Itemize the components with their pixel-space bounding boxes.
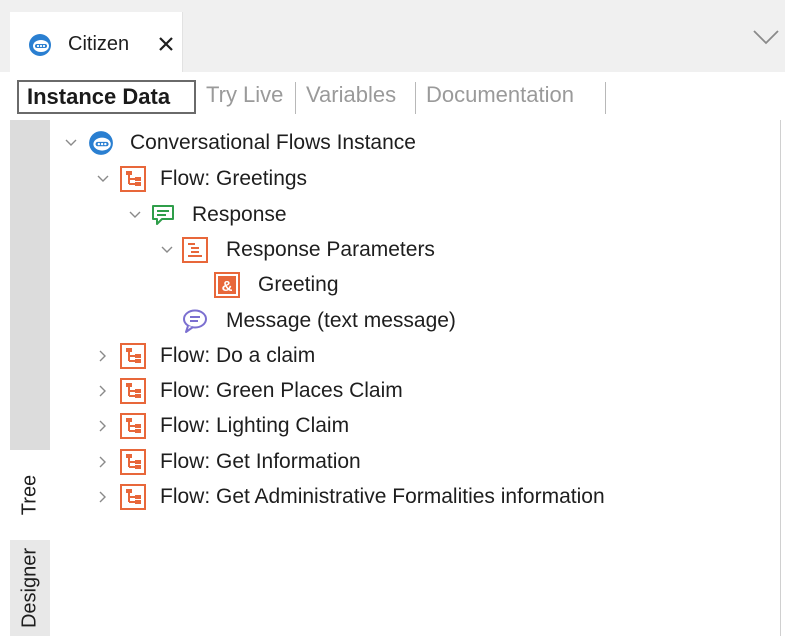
side-tab-rail: Tree Designer [10,120,50,636]
parameters-icon [182,237,208,263]
tree-node-label: Message (text message) [226,309,456,332]
view-tabs: Instance Data Try Live Variables Documen… [0,72,785,120]
tree-node-label: Conversational Flows Instance [130,131,416,154]
chevron-down-icon[interactable] [64,136,78,150]
chevron-down-icon[interactable] [160,243,174,257]
tab-instance-data[interactable]: Instance Data [17,80,196,114]
tree-node-label: Response [192,203,287,226]
side-tab-tree[interactable]: Tree [10,450,50,540]
chevron-right-icon[interactable] [96,349,110,363]
svg-text:&: & [222,278,233,295]
tree-node-label: Greeting [258,273,339,296]
document-tab-strip: Citizen [0,0,785,72]
tab-variables[interactable]: Variables [298,80,404,114]
document-tab-label: Citizen [68,33,130,55]
side-tab-designer[interactable]: Designer [10,540,50,636]
flow-icon [120,413,146,439]
parameter-ampersand-icon: & [214,272,240,298]
tab-try-live[interactable]: Try Live [198,80,291,114]
side-tab-label: Tree [18,474,41,516]
chat-bot-icon [28,33,52,57]
chat-bot-icon [88,130,114,156]
editor-window: Citizen Instance Data Try Live Variables… [0,0,785,636]
chevron-down-icon[interactable] [751,28,781,48]
tree-panel: Tree Designer Conversational Flows Insta… [0,120,785,636]
tree-node-label: Flow: Get Information [160,450,361,473]
chevron-right-icon[interactable] [96,384,110,398]
chevron-right-icon[interactable] [96,455,110,469]
tree-node-label: Flow: Get Administrative Formalities inf… [160,485,605,508]
chevron-down-icon[interactable] [96,172,110,186]
flow-icon [120,484,146,510]
flow-icon [120,378,146,404]
chevron-down-icon[interactable] [128,208,142,222]
chevron-right-icon[interactable] [96,419,110,433]
side-tab-label: Designer [18,547,41,629]
flow-icon [120,343,146,369]
tree-node-label: Flow: Do a claim [160,344,316,367]
document-tab-citizen[interactable]: Citizen [10,12,183,72]
tree-node-label: Flow: Green Places Claim [160,379,403,402]
close-icon[interactable] [156,34,176,54]
message-icon [182,308,208,334]
panel-border [780,120,781,636]
flow-icon [120,166,146,192]
tree-node-label: Response Parameters [226,238,435,261]
flow-icon [120,449,146,475]
tab-separator [605,82,606,114]
chevron-right-icon[interactable] [96,490,110,504]
tab-documentation[interactable]: Documentation [418,80,582,114]
response-icon [150,202,176,228]
tab-separator [295,82,296,114]
tree-node-label: Flow: Lighting Claim [160,414,350,437]
tree-node-label: Flow: Greetings [160,167,308,190]
tab-separator [415,82,416,114]
